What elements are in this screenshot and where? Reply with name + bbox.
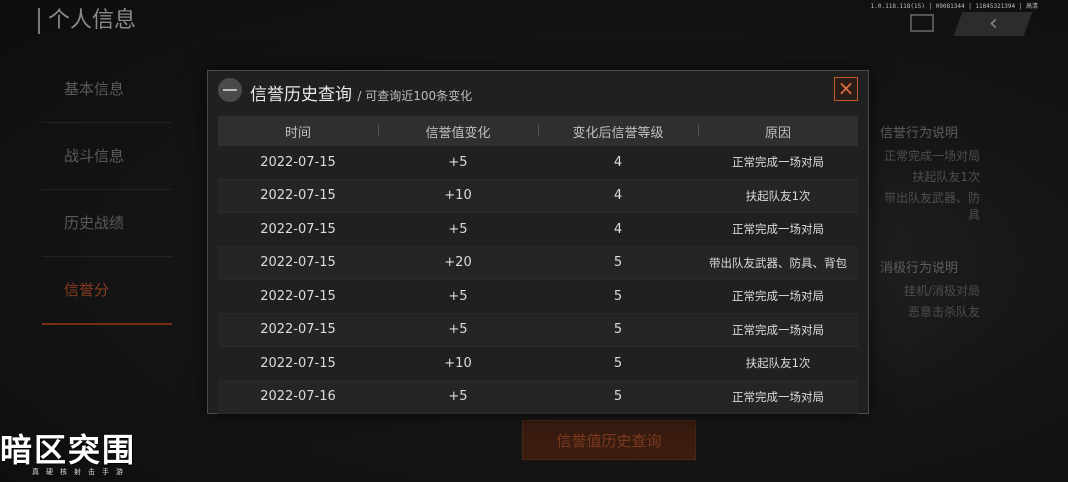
cell-level: 5 bbox=[613, 355, 623, 371]
credit-history-modal: 信誉历史查询 / 可查询近100条变化 × 时间 信誉值变化 变化后信誉等级 原… bbox=[207, 70, 869, 414]
cell-change: +10 bbox=[444, 188, 472, 204]
cell-change: +5 bbox=[448, 389, 468, 405]
close-button[interactable]: × bbox=[834, 77, 858, 101]
table-row: 2022-07-16 +5 5 正常完成一场对局 bbox=[218, 380, 858, 414]
sidebar-item-battle-info[interactable]: 战斗信息 bbox=[42, 123, 172, 190]
column-header-change: 信誉值变化 bbox=[378, 122, 538, 141]
modal-title-text: 信誉历史查询 bbox=[250, 85, 352, 105]
cell-date: 2022-07-15 bbox=[260, 188, 336, 204]
cell-date: 2022-07-15 bbox=[260, 355, 336, 371]
cell-change: +5 bbox=[448, 322, 468, 338]
logo-tagline: 真硬核射击手游 bbox=[32, 468, 130, 476]
cell-level: 4 bbox=[613, 188, 623, 204]
cell-level: 5 bbox=[613, 389, 623, 405]
modal-header: 信誉历史查询 / 可查询近100条变化 × bbox=[208, 71, 868, 111]
column-header-level: 变化后信誉等级 bbox=[538, 122, 698, 141]
negative-rule: 恶意击杀队友 bbox=[907, 305, 980, 319]
sidebar-item-credit-score[interactable]: 信誉分 bbox=[42, 257, 172, 325]
sidebar-item-basic-info[interactable]: 基本信息 bbox=[42, 56, 172, 123]
cell-date: 2022-07-15 bbox=[260, 288, 336, 304]
credit-rules-panel: 信誉行为说明 正常完成一场对局 扶起队友1次 带出队友武器、防具 消极行为说明 … bbox=[880, 122, 980, 324]
sidebar-item-history[interactable]: 历史战绩 bbox=[42, 190, 172, 257]
cell-reason: 带出队友武器、防具、背包 bbox=[709, 255, 847, 270]
cell-reason: 正常完成一场对局 bbox=[732, 322, 824, 337]
minus-icon bbox=[218, 78, 242, 102]
cell-date: 2022-07-15 bbox=[260, 322, 336, 338]
positive-rule: 扶起队友1次 bbox=[912, 170, 980, 184]
credit-history-table: 时间 信誉值变化 变化后信誉等级 原因 2022-07-15 +5 4 正常完成一场对… bbox=[218, 116, 858, 414]
version-text: 1.0.118.118(15) | 09081344 | 11845321394… bbox=[870, 3, 1038, 10]
cell-change: +5 bbox=[448, 221, 468, 237]
cell-date: 2022-07-16 bbox=[260, 389, 336, 405]
modal-subtitle: / 可查询近100条变化 bbox=[357, 89, 473, 103]
table-row: 2022-07-15 +5 5 正常完成一场对局 bbox=[218, 313, 858, 347]
table-row: 2022-07-15 +10 5 扶起队友1次 bbox=[218, 347, 858, 381]
cell-reason: 扶起队友1次 bbox=[745, 356, 811, 371]
credit-history-button[interactable]: 信誉值历史查询 bbox=[522, 420, 696, 460]
negative-rule: 挂机/消极对局 bbox=[903, 284, 980, 298]
logo-title: 暗区突围 bbox=[0, 431, 137, 469]
cell-level: 5 bbox=[613, 255, 623, 271]
table-row: 2022-07-15 +5 4 正常完成一场对局 bbox=[218, 146, 858, 180]
cell-change: +20 bbox=[444, 255, 472, 271]
table-body: 2022-07-15 +5 4 正常完成一场对局 2022-07-15 +10 4 扶起队友… bbox=[218, 146, 858, 414]
cell-reason: 正常完成一场对局 bbox=[732, 155, 824, 170]
cell-level: 5 bbox=[613, 322, 623, 338]
cell-level: 4 bbox=[613, 154, 623, 170]
cell-level: 5 bbox=[613, 288, 623, 304]
column-header-reason: 原因 bbox=[698, 122, 858, 141]
cell-reason: 正常完成一场对局 bbox=[732, 222, 824, 237]
cell-level: 4 bbox=[613, 221, 623, 237]
cell-date: 2022-07-15 bbox=[260, 221, 336, 237]
square-icon[interactable] bbox=[910, 14, 934, 32]
positive-rule: 带出队友武器、防具 bbox=[883, 191, 980, 222]
positive-rule: 正常完成一场对局 bbox=[883, 149, 980, 163]
cell-reason: 扶起队友1次 bbox=[745, 188, 811, 203]
table-row: 2022-07-15 +20 5 带出队友武器、防具、背包 bbox=[218, 246, 858, 280]
page-title: 个人信息 bbox=[38, 8, 136, 34]
cell-change: +10 bbox=[444, 355, 472, 371]
cell-reason: 正常完成一场对局 bbox=[732, 389, 824, 404]
cell-change: +5 bbox=[448, 154, 468, 170]
column-header-time: 时间 bbox=[284, 125, 311, 141]
cell-reason: 正常完成一场对局 bbox=[732, 289, 824, 304]
table-header: 时间 信誉值变化 变化后信誉等级 原因 bbox=[218, 116, 858, 146]
cell-change: +5 bbox=[448, 288, 468, 304]
cell-date: 2022-07-15 bbox=[260, 154, 336, 170]
negative-rules-title: 消极行为说明 bbox=[880, 261, 959, 276]
back-button[interactable]: ‹ bbox=[953, 11, 1033, 36]
table-row: 2022-07-15 +5 5 正常完成一场对局 bbox=[218, 280, 858, 314]
sidebar: 基本信息 战斗信息 历史战绩 信誉分 bbox=[42, 56, 172, 325]
positive-rules-title: 信誉行为说明 bbox=[880, 126, 959, 141]
modal-title: 信誉历史查询 / 可查询近100条变化 bbox=[250, 80, 472, 105]
table-row: 2022-07-15 +10 4 扶起队友1次 bbox=[218, 179, 858, 213]
game-logo: 暗区突围 真硬核射击手游 bbox=[0, 432, 170, 482]
chevron-left-icon: ‹ bbox=[988, 11, 998, 36]
cell-date: 2022-07-15 bbox=[260, 255, 336, 271]
table-row: 2022-07-15 +5 4 正常完成一场对局 bbox=[218, 213, 858, 247]
